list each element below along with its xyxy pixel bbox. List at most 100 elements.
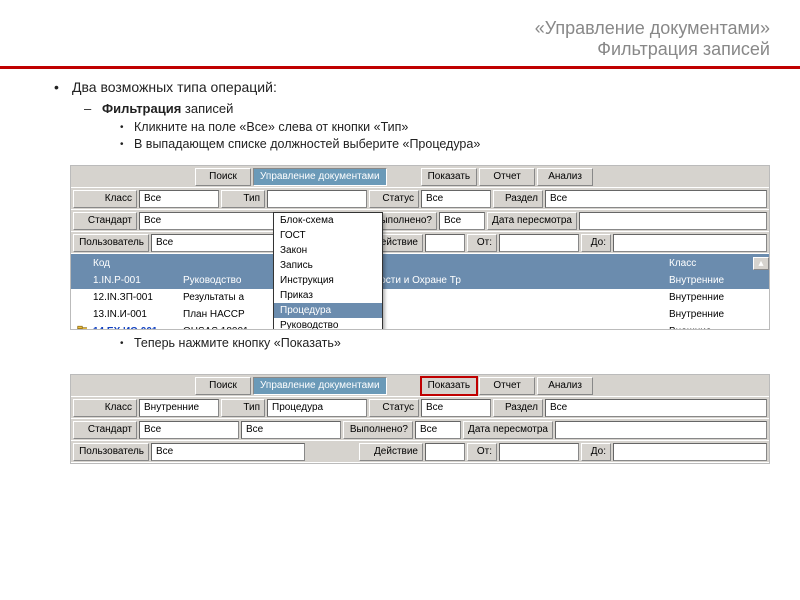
dropdown-item[interactable]: Приказ — [274, 288, 382, 303]
revdate-input[interactable] — [579, 212, 767, 230]
screenshot-2: Поиск Управление документами Показать От… — [70, 374, 770, 464]
bullet-2-tail: записей — [181, 101, 233, 116]
title-line2: Фильтрация записей — [0, 39, 770, 60]
revdate-label: Дата пересмотра — [487, 212, 577, 230]
cell-name: OHSAS 18001 — [177, 326, 267, 330]
status-label: Статус — [369, 190, 419, 208]
bullet-1: Два возможных типа операций: — [54, 79, 770, 95]
type-label: Тип — [221, 190, 265, 208]
user-label: Пользователь — [73, 234, 149, 252]
status-input[interactable]: Все — [421, 190, 491, 208]
to-label: До: — [581, 234, 611, 252]
done-input-2[interactable]: Все — [415, 421, 461, 439]
table-body: 1.IN.Р-001Руководствокологической безопа… — [71, 272, 769, 330]
status-input-2[interactable]: Все — [421, 399, 491, 417]
table-row[interactable]: 1.IN.Р-001Руководствокологической безопа… — [71, 272, 769, 289]
from-label-2: От: — [467, 443, 497, 461]
bullet-2-bold: Фильтрация — [102, 101, 181, 116]
cell-class: Внутренние — [663, 309, 753, 320]
to-input-2[interactable] — [613, 443, 767, 461]
standard-label: Стандарт — [73, 212, 137, 230]
from-input[interactable] — [499, 234, 579, 252]
dropdown-item[interactable]: Процедура — [274, 303, 382, 318]
table-row[interactable]: 14.EX.ИС-001OHSAS 18001 Внешние — [71, 323, 769, 330]
type-label-2: Тип — [221, 399, 265, 417]
user-input-2[interactable]: Все — [151, 443, 305, 461]
folder-icon — [77, 328, 87, 330]
action-label-2: Действие — [359, 443, 423, 461]
dropdown-item[interactable]: Руководство — [274, 318, 382, 330]
scroll-up-icon[interactable]: ▴ — [753, 257, 769, 270]
filter-row-1b: Класс Внутренние Тип Процедура Статус Вс… — [71, 397, 769, 419]
show-button[interactable]: Показать — [421, 168, 478, 186]
from-label: От: — [467, 234, 497, 252]
to-label-2: До: — [581, 443, 611, 461]
dropdown-item[interactable]: Закон — [274, 243, 382, 258]
cell-code: 12.IN.ЗП-001 — [87, 292, 177, 303]
filter-row-1: Класс Все Тип Статус Все Раздел Все — [71, 188, 769, 210]
table-row[interactable]: 12.IN.ЗП-001Результаты а Внутренние — [71, 289, 769, 306]
search-button[interactable]: Поиск — [195, 168, 251, 186]
class-label: Класс — [73, 190, 137, 208]
analysis-button[interactable]: Анализ — [537, 168, 593, 186]
type-dropdown[interactable]: Блок-схемаГОСТЗаконЗаписьИнструкцияПрика… — [273, 212, 383, 330]
standard-label-2: Стандарт — [73, 421, 137, 439]
action-input-2[interactable] — [425, 443, 465, 461]
revdate-label-2: Дата пересмотра — [463, 421, 553, 439]
slide-title: «Управление документами» Фильтрация запи… — [0, 0, 800, 64]
col-code: Код — [87, 258, 177, 269]
report-button-2[interactable]: Отчет — [479, 377, 535, 395]
bullet-2: Фильтрация записей — [84, 101, 770, 116]
title-line1: «Управление документами» — [0, 18, 770, 39]
cell-code: 14.EX.ИС-001 — [87, 326, 177, 330]
analysis-button-2[interactable]: Анализ — [537, 377, 593, 395]
dropdown-item[interactable]: ГОСТ — [274, 228, 382, 243]
table-row[interactable]: 13.IN.И-001План НАССР Внутренние — [71, 306, 769, 323]
class-input[interactable]: Все — [139, 190, 219, 208]
show-button-highlight[interactable]: Показать — [421, 377, 478, 395]
dropdown-item[interactable]: Инструкция — [274, 273, 382, 288]
revdate-input-2[interactable] — [555, 421, 767, 439]
filter-row-2: Стандарт Все Выполнено? Все Дата пересмо… — [71, 210, 769, 232]
section-label: Раздел — [493, 190, 543, 208]
cell-class: Внутренние — [663, 292, 753, 303]
class-label-2: Класс — [73, 399, 137, 417]
cell-name: Руководство — [177, 275, 267, 286]
table-header: Код Класс ▴ — [71, 254, 769, 272]
done-input[interactable]: Все — [439, 212, 485, 230]
header-button-active[interactable]: Управление документами — [253, 168, 387, 186]
class-input-2[interactable]: Внутренние — [139, 399, 219, 417]
search-button-2[interactable]: Поиск — [195, 377, 251, 395]
col-class: Класс — [663, 258, 753, 269]
filter-row-2b: Стандарт Все Все Выполнено? Все Дата пер… — [71, 419, 769, 441]
standard-input-2b[interactable]: Все — [241, 421, 341, 439]
report-button[interactable]: Отчет — [479, 168, 535, 186]
type-input-2[interactable]: Процедура — [267, 399, 367, 417]
status-label-2: Статус — [369, 399, 419, 417]
cell-name: Результаты а — [177, 292, 267, 303]
toolbar-row: Поиск Управление документами Показать От… — [71, 166, 769, 188]
cell-name: План НАССР — [177, 309, 267, 320]
dropdown-item[interactable]: Блок-схема — [274, 213, 382, 228]
dropdown-item[interactable]: Запись — [274, 258, 382, 273]
divider — [0, 66, 800, 69]
cell-class: Внешние — [663, 326, 753, 330]
type-input[interactable] — [267, 190, 367, 208]
toolbar-row-2: Поиск Управление документами Показать От… — [71, 375, 769, 397]
bullet-3a: Кликните на поле «Все» слева от кнопки «… — [120, 120, 770, 134]
bullet-3b: В выпадающем списке должностей выберите … — [120, 137, 770, 151]
from-input-2[interactable] — [499, 443, 579, 461]
filter-row-3: Пользователь Все Действие От: До: — [71, 232, 769, 254]
section-input-2[interactable]: Все — [545, 399, 767, 417]
to-input[interactable] — [613, 234, 767, 252]
section-input[interactable]: Все — [545, 190, 767, 208]
screenshot-1: Поиск Управление документами Показать От… — [70, 165, 770, 330]
cell-code: 1.IN.Р-001 — [87, 275, 177, 286]
bullet-3c: Теперь нажмите кнопку «Показать» — [120, 336, 770, 350]
done-label-2: Выполнено? — [343, 421, 413, 439]
header-button-active-2[interactable]: Управление документами — [253, 377, 387, 395]
action-input[interactable] — [425, 234, 465, 252]
standard-input-2[interactable]: Все — [139, 421, 239, 439]
section-label-2: Раздел — [493, 399, 543, 417]
cell-code: 13.IN.И-001 — [87, 309, 177, 320]
